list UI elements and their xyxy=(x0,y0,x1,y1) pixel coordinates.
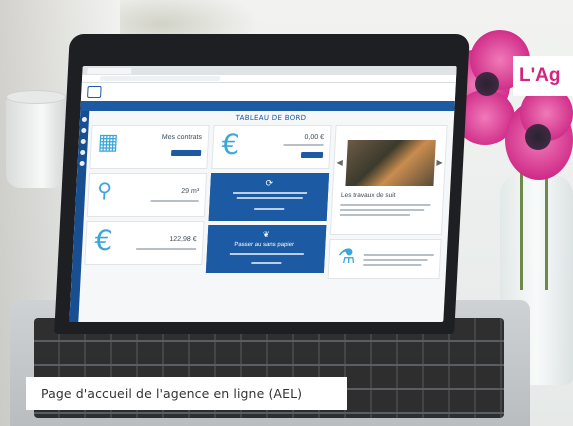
news-title: Les travaux de suit xyxy=(340,192,396,199)
quality-text-line xyxy=(363,259,428,261)
contracts-label: Mes contrats xyxy=(161,134,203,141)
app-header xyxy=(80,83,456,101)
paperless-label: Passer au sans papier xyxy=(234,242,295,248)
euro-icon[interactable] xyxy=(81,128,87,133)
water-tap-icon: ⚲ xyxy=(96,178,113,202)
news-text-line xyxy=(339,214,410,216)
document-icon[interactable] xyxy=(80,150,86,155)
url-field[interactable] xyxy=(99,76,221,81)
balance-detail xyxy=(283,144,324,146)
news-text-line xyxy=(340,209,425,211)
refresh-icon: ⟳ xyxy=(265,178,274,188)
browser-tab-bar xyxy=(82,66,457,75)
consumption-value: 29 m³ xyxy=(181,188,200,195)
balance-card[interactable]: € 0,00 € xyxy=(211,125,332,169)
quality-text-line xyxy=(363,264,422,266)
payment-detail xyxy=(136,248,197,250)
carousel-prev-icon[interactable]: ◀ xyxy=(336,158,343,167)
autopay-link xyxy=(254,208,285,210)
autopay-text-line xyxy=(236,197,303,199)
euro-icon: € xyxy=(220,128,241,161)
coffee-mug xyxy=(6,96,66,188)
payment-value: 122,98 € xyxy=(169,236,197,243)
carousel-next-icon[interactable]: ▶ xyxy=(436,158,443,167)
browser-tab[interactable] xyxy=(87,67,132,74)
laptop-screen: TABLEAU DE BORD ▦ Mes contrats € 0,00 € xyxy=(69,66,457,322)
news-photo xyxy=(345,140,436,186)
caption-text: Page d'accueil de l'agence en ligne (AEL… xyxy=(41,386,303,401)
consumption-card[interactable]: ⚲ 29 m³ xyxy=(86,173,208,217)
payment-card[interactable]: € 122,98 € xyxy=(84,221,205,265)
mail-icon[interactable] xyxy=(79,161,85,166)
news-card[interactable]: ◀ ▶ Les travaux de suit xyxy=(329,125,448,235)
autopay-text-line xyxy=(233,192,308,194)
user-icon[interactable] xyxy=(80,139,86,144)
dashboard-title: TABLEAU DE BORD xyxy=(235,114,307,122)
dashboard-grid: ▦ Mes contrats € 0,00 € ◀ ▶ Les travaux xyxy=(81,125,449,322)
photo-scene: TABLEAU DE BORD ▦ Mes contrats € 0,00 € xyxy=(0,0,573,426)
contracts-card[interactable]: ▦ Mes contrats xyxy=(89,125,210,169)
banner-text: L'Ag xyxy=(519,65,561,86)
app-blue-band xyxy=(80,101,455,111)
agency-logo xyxy=(87,86,102,98)
water-quality-card[interactable]: ⚗ xyxy=(327,239,442,279)
home-icon[interactable] xyxy=(81,117,88,122)
quality-text-line xyxy=(363,254,434,256)
news-text-line xyxy=(340,204,431,206)
consumption-detail xyxy=(150,200,199,202)
browser-address-bar[interactable] xyxy=(81,75,457,83)
paperless-link xyxy=(251,262,282,264)
paperless-text-line xyxy=(229,253,304,255)
autopay-card[interactable]: ⟳ xyxy=(208,173,330,221)
balance-value: 0,00 € xyxy=(304,134,325,141)
calendar-icon: ▦ xyxy=(97,130,120,155)
agency-banner: L'Ag xyxy=(513,56,573,96)
coffee-mug-rim xyxy=(6,90,66,104)
flask-icon: ⚗ xyxy=(337,244,357,268)
contracts-button[interactable] xyxy=(170,150,202,156)
photo-caption: Page d'accueil de l'agence en ligne (AEL… xyxy=(26,377,347,410)
dashboard-main: TABLEAU DE BORD ▦ Mes contrats € 0,00 € xyxy=(81,113,450,322)
paperless-card[interactable]: ❦ Passer au sans papier xyxy=(205,225,327,273)
euro-icon: € xyxy=(93,224,114,257)
pay-button[interactable] xyxy=(300,152,324,158)
leaf-icon: ❦ xyxy=(262,230,270,239)
